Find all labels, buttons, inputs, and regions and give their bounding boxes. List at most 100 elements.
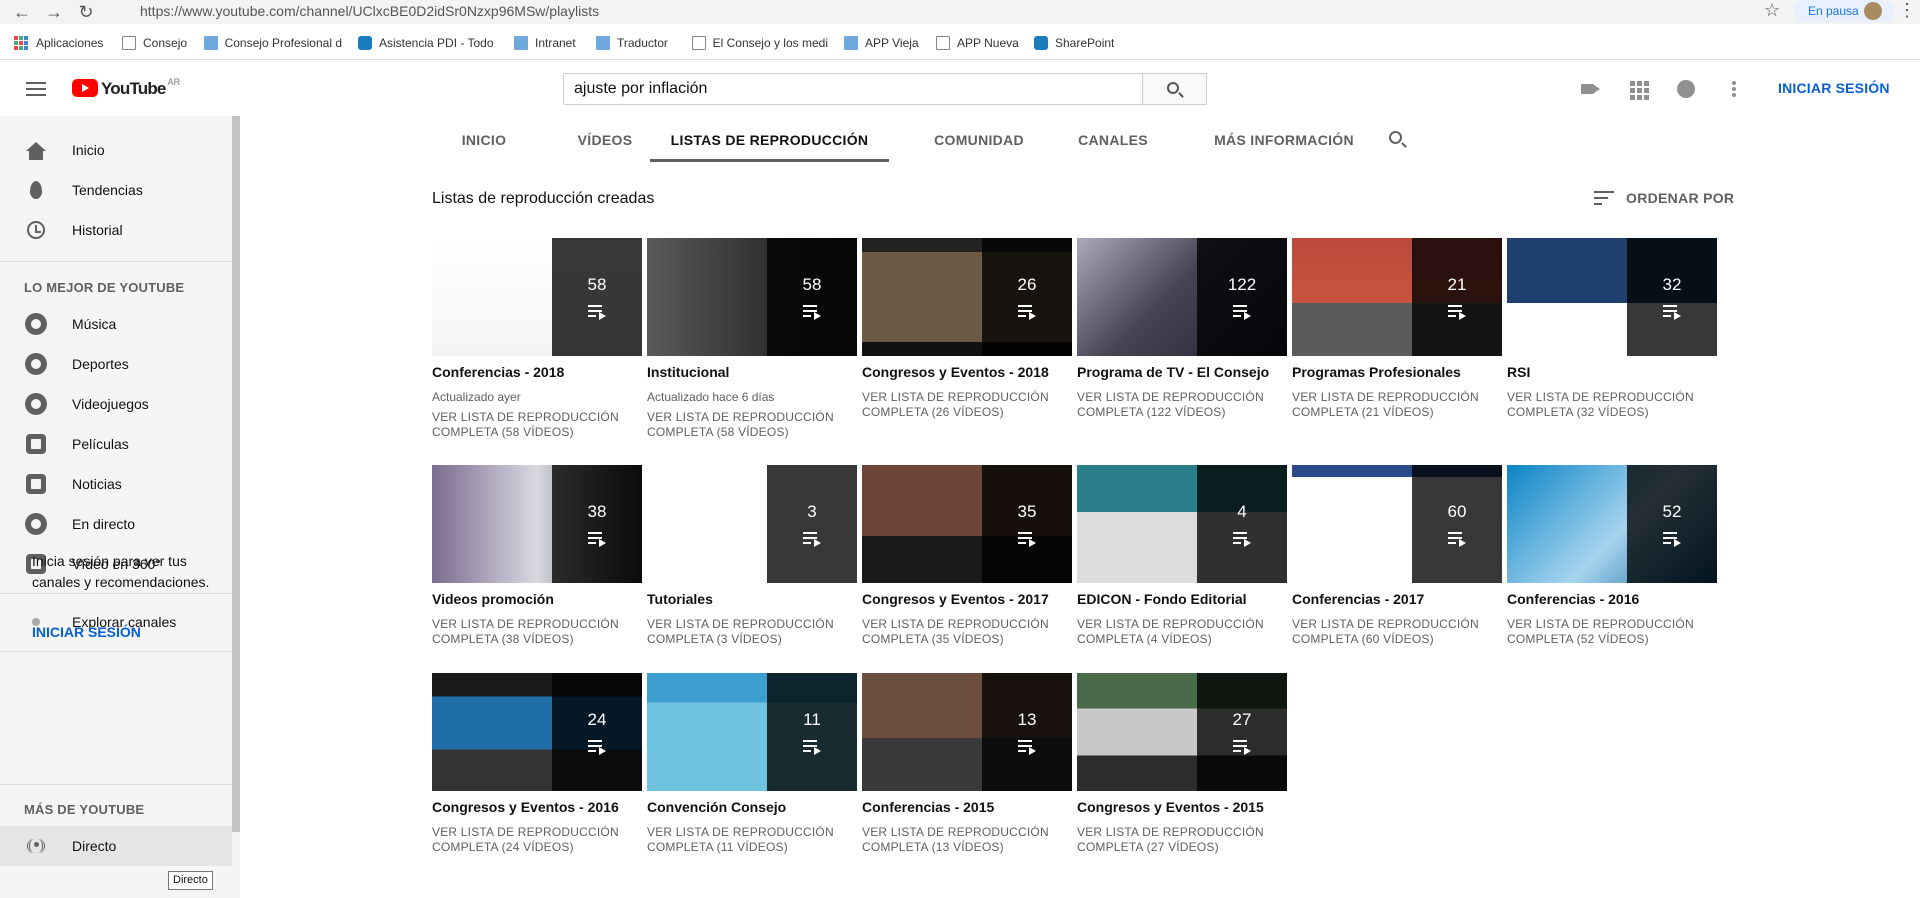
bookmark-item[interactable]: SharePoint: [1034, 34, 1114, 52]
playlist-card[interactable]: 35 Congresos y Eventos - 2017 VER LISTA DE…: [862, 465, 1072, 647]
hamburger-menu-icon[interactable]: [26, 82, 46, 96]
browser-menu-icon[interactable]: ⋮: [1898, 0, 1916, 21]
playlist-card[interactable]: 58 Institucional Actualizado hace 6 días VE…: [647, 238, 857, 440]
playlist-card[interactable]: 11 Convención Consejo VER LISTA DE REPRODU…: [647, 673, 857, 855]
channel-search-icon[interactable]: [1389, 131, 1407, 149]
view-full-playlist-link[interactable]: VER LISTA DE REPRODUCCIÓN COMPLETA (52 V…: [1507, 617, 1717, 647]
youtube-logo[interactable]: YouTube AR: [72, 77, 180, 99]
view-full-playlist-link[interactable]: VER LISTA DE REPRODUCCIÓN COMPLETA (122 …: [1077, 390, 1287, 420]
tab-channels[interactable]: CANALES: [1058, 116, 1168, 164]
playlist-card[interactable]: 13 Conferencias - 2015 VER LISTA DE REPROD…: [862, 673, 1072, 855]
bookmark-item[interactable]: Traductor: [596, 34, 668, 52]
playlist-title[interactable]: Congresos y Eventos - 2016: [432, 799, 642, 815]
view-full-playlist-link[interactable]: VER LISTA DE REPRODUCCIÓN COMPLETA (11 V…: [647, 825, 857, 855]
sidebar-scrollbar[interactable]: [232, 116, 240, 832]
reload-icon[interactable]: ↻: [74, 2, 98, 22]
bookmark-star-icon[interactable]: ☆: [1764, 0, 1780, 21]
playlist-card[interactable]: 26 Congresos y Eventos - 2018 VER LISTA DE…: [862, 238, 1072, 420]
sidebar-item-history[interactable]: Historial: [0, 210, 232, 250]
view-full-playlist-link[interactable]: VER LISTA DE REPRODUCCIÓN COMPLETA (24 V…: [432, 825, 642, 855]
bookmark-apps[interactable]: Aplicaciones: [14, 34, 103, 52]
playlist-title[interactable]: Conferencias - 2015: [862, 799, 1072, 815]
settings-more-icon[interactable]: [1722, 77, 1746, 101]
upload-video-icon[interactable]: [1578, 77, 1602, 101]
playlist-card[interactable]: 3 Tutoriales VER LISTA DE REPRODUCCIÓN COM…: [647, 465, 857, 647]
view-full-playlist-link[interactable]: VER LISTA DE REPRODUCCIÓN COMPLETA (21 V…: [1292, 390, 1502, 420]
bookmark-item[interactable]: Consejo: [122, 34, 187, 52]
playlist-thumbnail[interactable]: 21: [1292, 238, 1502, 356]
playlist-title[interactable]: Programa de TV - El Consejo: [1077, 364, 1287, 380]
sidebar-item-sports[interactable]: Deportes: [0, 344, 232, 384]
playlist-thumbnail[interactable]: 122: [1077, 238, 1287, 356]
tab-playlists[interactable]: LISTAS DE REPRODUCCIÓN: [650, 116, 889, 164]
playlist-card[interactable]: 58 Conferencias - 2018 Actualizado ayer VER…: [432, 238, 642, 440]
playlist-thumbnail[interactable]: 38: [432, 465, 642, 583]
playlist-card[interactable]: 32 RSI VER LISTA DE REPRODUCCIÓN COMPLETA …: [1507, 238, 1717, 420]
sidebar-item-movies[interactable]: Películas: [0, 424, 232, 464]
playlist-thumbnail[interactable]: 24: [432, 673, 642, 791]
view-full-playlist-link[interactable]: VER LISTA DE REPRODUCCIÓN COMPLETA (32 V…: [1507, 390, 1717, 420]
playlist-thumbnail[interactable]: 4: [1077, 465, 1287, 583]
sidebar-item-news[interactable]: Noticias: [0, 464, 232, 504]
tab-home[interactable]: INICIO: [438, 116, 530, 164]
playlist-card[interactable]: 52 Conferencias - 2016 VER LISTA DE REPROD…: [1507, 465, 1717, 647]
bookmark-item[interactable]: Asistencia PDI - Todo: [358, 34, 494, 52]
sidebar-item-home[interactable]: Inicio: [0, 130, 232, 170]
sidebar-item-live[interactable]: En directo: [0, 504, 232, 544]
bookmark-item[interactable]: El Consejo y los medi: [692, 34, 828, 52]
playlist-card[interactable]: 4 EDICON - Fondo Editorial VER LISTA DE RE…: [1077, 465, 1287, 647]
playlist-thumbnail[interactable]: 58: [432, 238, 642, 356]
view-full-playlist-link[interactable]: VER LISTA DE REPRODUCCIÓN COMPLETA (35 V…: [862, 617, 1072, 647]
playlist-title[interactable]: Conferencias - 2017: [1292, 591, 1502, 607]
playlist-title[interactable]: Programas Profesionales: [1292, 364, 1502, 380]
playlist-thumbnail[interactable]: 58: [647, 238, 857, 356]
sort-button[interactable]: ORDENAR POR: [1594, 190, 1734, 206]
playlist-card[interactable]: 38 Videos promoción VER LISTA DE REPRODUCC…: [432, 465, 642, 647]
profile-avatar[interactable]: [1864, 2, 1882, 20]
playlist-title[interactable]: Tutoriales: [647, 591, 857, 607]
search-button[interactable]: [1143, 73, 1207, 105]
view-full-playlist-link[interactable]: VER LISTA DE REPRODUCCIÓN COMPLETA (38 V…: [432, 617, 642, 647]
playlist-thumbnail[interactable]: 32: [1507, 238, 1717, 356]
playlist-title[interactable]: Conferencias - 2016: [1507, 591, 1717, 607]
playlist-title[interactable]: Institucional: [647, 364, 857, 380]
signin-button[interactable]: INICIAR SESIÓN: [1778, 80, 1890, 96]
playlist-card[interactable]: 122 Programa de TV - El Consejo VER LISTA …: [1077, 238, 1287, 420]
sidebar-signin-link[interactable]: INICIAR SESIÓN: [32, 624, 141, 640]
playlist-thumbnail[interactable]: 26: [862, 238, 1072, 356]
view-full-playlist-link[interactable]: VER LISTA DE REPRODUCCIÓN COMPLETA (13 V…: [862, 825, 1072, 855]
playlist-title[interactable]: Conferencias - 2018: [432, 364, 642, 380]
playlist-title[interactable]: RSI: [1507, 364, 1717, 380]
playlist-thumbnail[interactable]: 13: [862, 673, 1072, 791]
address-bar[interactable]: https://www.youtube.com/channel/UClxcBE0…: [110, 0, 1790, 22]
messages-icon[interactable]: [1674, 77, 1698, 101]
view-full-playlist-link[interactable]: VER LISTA DE REPRODUCCIÓN COMPLETA (58 V…: [432, 410, 642, 440]
playlist-title[interactable]: Convención Consejo: [647, 799, 857, 815]
tab-community[interactable]: COMUNIDAD: [914, 116, 1044, 164]
sidebar-item-gaming[interactable]: Videojuegos: [0, 384, 232, 424]
playlist-card[interactable]: 24 Congresos y Eventos - 2016 VER LISTA DE…: [432, 673, 642, 855]
bookmark-item[interactable]: APP Vieja: [844, 34, 919, 52]
view-full-playlist-link[interactable]: VER LISTA DE REPRODUCCIÓN COMPLETA (3 VÍ…: [647, 617, 857, 647]
bookmark-item[interactable]: APP Nueva: [936, 34, 1019, 52]
view-full-playlist-link[interactable]: VER LISTA DE REPRODUCCIÓN COMPLETA (4 VÍ…: [1077, 617, 1287, 647]
playlist-thumbnail[interactable]: 60: [1292, 465, 1502, 583]
view-full-playlist-link[interactable]: VER LISTA DE REPRODUCCIÓN COMPLETA (26 V…: [862, 390, 1072, 420]
sidebar-item-music[interactable]: Música: [0, 304, 232, 344]
playlist-thumbnail[interactable]: 3: [647, 465, 857, 583]
search-input[interactable]: ajuste por inflación: [563, 73, 1143, 105]
playlist-thumbnail[interactable]: 27: [1077, 673, 1287, 791]
playlist-title[interactable]: Congresos y Eventos - 2015: [1077, 799, 1287, 815]
playlist-card[interactable]: 21 Programas Profesionales VER LISTA DE RE…: [1292, 238, 1502, 420]
back-arrow-icon[interactable]: ←: [10, 2, 34, 22]
playlist-card[interactable]: 60 Conferencias - 2017 VER LISTA DE REPROD…: [1292, 465, 1502, 647]
playlist-thumbnail[interactable]: 52: [1507, 465, 1717, 583]
playlist-title[interactable]: EDICON - Fondo Editorial: [1077, 591, 1287, 607]
view-full-playlist-link[interactable]: VER LISTA DE REPRODUCCIÓN COMPLETA (58 V…: [647, 410, 857, 440]
sidebar-item-live-direct[interactable]: Directo: [0, 826, 232, 866]
view-full-playlist-link[interactable]: VER LISTA DE REPRODUCCIÓN COMPLETA (60 V…: [1292, 617, 1502, 647]
forward-arrow-icon[interactable]: →: [42, 2, 66, 22]
sidebar-item-trending[interactable]: Tendencias: [0, 170, 232, 210]
tab-about[interactable]: MÁS INFORMACIÓN: [1184, 116, 1384, 164]
bookmark-item[interactable]: Intranet: [514, 34, 576, 52]
